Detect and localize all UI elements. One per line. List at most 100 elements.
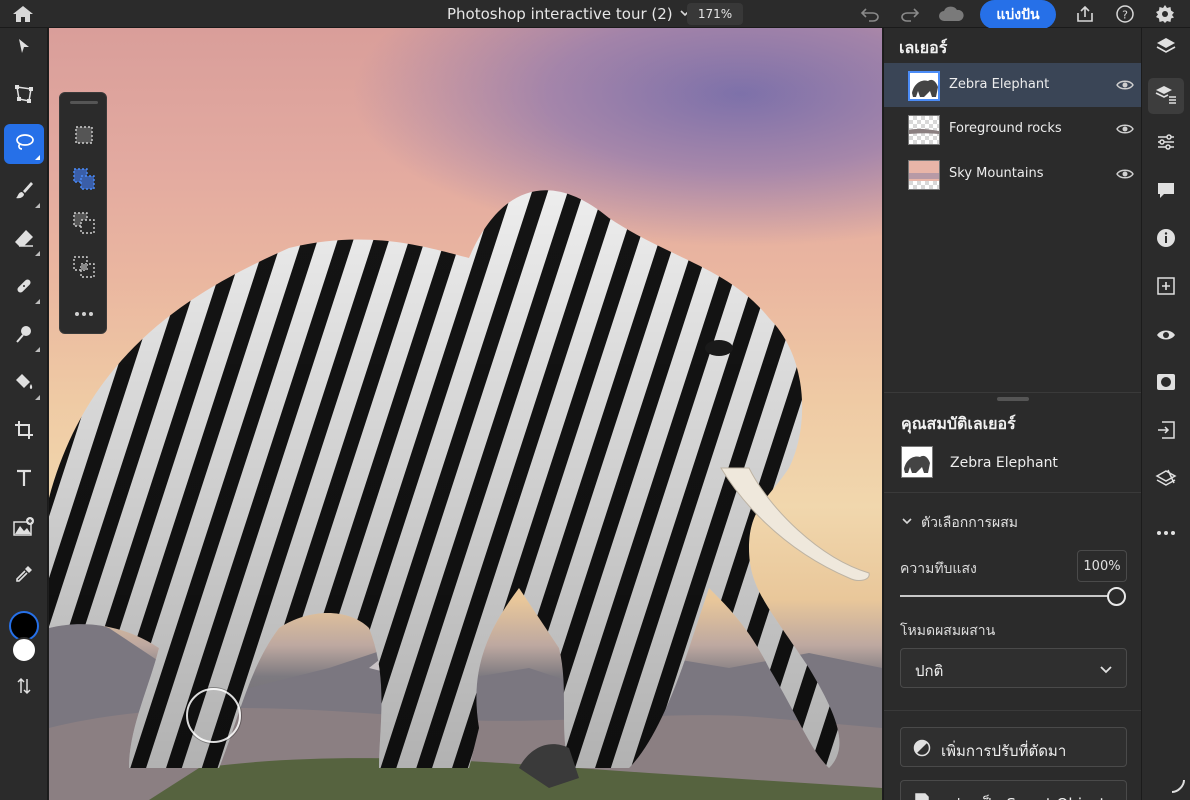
visibility-eye-icon[interactable]	[1116, 121, 1134, 135]
eraser-layer-icon	[1155, 468, 1177, 492]
divider	[884, 492, 1142, 493]
document-title-group[interactable]: Photoshop interactive tour (2)	[447, 4, 691, 23]
canvas[interactable]	[49, 28, 882, 800]
add-to-selection-button[interactable]	[72, 168, 96, 193]
bandage-icon	[14, 276, 34, 300]
mask-rail-button[interactable]	[1148, 366, 1184, 402]
more-options-button[interactable]	[72, 299, 96, 323]
adjustments-icon	[1156, 132, 1176, 156]
move-tool[interactable]	[4, 28, 44, 68]
visibility-eye-icon[interactable]	[1116, 166, 1134, 180]
crop-tool[interactable]	[4, 412, 44, 452]
info-rail-button[interactable]	[1148, 222, 1184, 258]
tool-group-indicator	[35, 203, 40, 208]
info-icon	[1156, 228, 1176, 252]
settings-icon[interactable]	[1154, 4, 1176, 24]
eraser-tool[interactable]	[4, 220, 44, 260]
tool-group-indicator	[35, 251, 40, 256]
adjustments-rail-button[interactable]	[1148, 126, 1184, 162]
redo-icon[interactable]	[899, 4, 921, 24]
blend-mode-select[interactable]: ปกติ	[900, 648, 1127, 688]
swap-colors[interactable]	[4, 668, 44, 708]
layer-thumbnail	[908, 160, 940, 190]
tool-group-indicator	[35, 155, 40, 160]
visibility-eye-icon[interactable]	[1116, 77, 1134, 91]
more-icon	[74, 302, 94, 321]
document-title[interactable]: Photoshop interactive tour (2)	[447, 5, 673, 23]
smart-object-icon	[913, 792, 931, 800]
paint-bucket-tool[interactable]	[4, 364, 44, 404]
blend-mode-value: ปกติ	[915, 662, 944, 680]
place-image-tool[interactable]	[4, 508, 44, 548]
eyedropper-icon	[14, 564, 34, 588]
tool-group-indicator	[35, 299, 40, 304]
share-button[interactable]: แบ่งปัน	[980, 0, 1056, 29]
comments-rail-button[interactable]	[1148, 174, 1184, 210]
zoom-level[interactable]: 171%	[687, 3, 743, 25]
brush-cursor	[186, 688, 241, 743]
export-icon[interactable]	[1074, 4, 1096, 24]
layer-properties-rail-button[interactable]	[1148, 78, 1184, 114]
help-icon[interactable]: ?	[1114, 4, 1136, 24]
comments-icon	[1156, 180, 1176, 204]
photoshop-app: Photoshop interactive tour (2) 171% แบ่ง…	[0, 0, 1190, 800]
home-icon[interactable]	[12, 5, 34, 23]
eyedropper-tool[interactable]	[4, 556, 44, 596]
layers-rail-button[interactable]	[1148, 30, 1184, 66]
tool-group-indicator	[35, 395, 40, 400]
layers-panel-title: เลเยอร์	[899, 38, 948, 57]
opacity-input[interactable]: 100%	[1077, 550, 1127, 582]
cloud-icon[interactable]	[937, 4, 965, 24]
blend-mode-label: โหมดผสมผสาน	[900, 623, 996, 639]
blend-options-toggle[interactable]: ตัวเลือกการผสม	[901, 512, 1018, 534]
healing-tool[interactable]	[4, 268, 44, 308]
visibility-rail-button[interactable]	[1148, 318, 1184, 354]
chevron-down-icon	[1098, 661, 1114, 677]
tool-group-indicator	[35, 347, 40, 352]
add-layer-rail-button[interactable]	[1148, 270, 1184, 306]
type-tool[interactable]	[4, 460, 44, 500]
brush-icon	[14, 180, 34, 204]
opacity-slider-track[interactable]	[900, 595, 1118, 597]
opacity-slider-knob[interactable]	[1107, 587, 1126, 606]
drag-handle[interactable]	[70, 101, 98, 104]
layer-row[interactable]: Sky Mountains	[884, 152, 1142, 196]
chevron-down-icon	[901, 515, 913, 531]
divider	[884, 710, 1142, 711]
layers-panel: เลเยอร์ Zebra Elephant Foreground rocks	[883, 28, 1142, 800]
layer-properties-icon	[1155, 84, 1177, 108]
dodge-icon	[14, 324, 34, 348]
undo-icon[interactable]	[859, 4, 881, 24]
transform-tool[interactable]	[4, 76, 44, 116]
resize-corner-icon[interactable]	[1170, 778, 1186, 794]
brush-tool[interactable]	[4, 172, 44, 212]
new-selection-button[interactable]	[72, 125, 96, 149]
layer-row[interactable]: Foreground rocks	[884, 107, 1142, 151]
subtract-from-selection-button[interactable]	[72, 212, 96, 237]
eraser-icon	[14, 228, 34, 252]
mask-icon	[1156, 372, 1176, 396]
import-rail-button[interactable]	[1148, 414, 1184, 450]
swap-icon	[15, 677, 33, 699]
convert-smart-object-label: แปลงเป็น Smart Object	[941, 792, 1105, 800]
layer-name: Zebra Elephant	[949, 77, 1050, 92]
layer-row[interactable]: Zebra Elephant	[884, 63, 1142, 107]
add-clipped-adjustment-label: เพิ่มการปรับที่ตัดมา	[941, 742, 1067, 760]
layer-name: Foreground rocks	[949, 121, 1062, 136]
dodge-tool[interactable]	[4, 316, 44, 356]
panel-resize-handle[interactable]	[997, 397, 1029, 401]
selection-options-bar	[59, 92, 107, 334]
adjustment-icon	[913, 739, 931, 757]
transform-icon	[14, 84, 34, 108]
lasso-tool[interactable]	[4, 124, 44, 164]
import-icon	[1156, 420, 1176, 444]
convert-smart-object-button[interactable]: แปลงเป็น Smart Object	[900, 780, 1127, 800]
eraser-layer-rail-button[interactable]	[1148, 462, 1184, 498]
intersect-selection-button[interactable]	[72, 256, 96, 281]
add-clipped-adjustment-button[interactable]: เพิ่มการปรับที่ตัดมา	[900, 727, 1127, 767]
more-rail-button[interactable]	[1148, 512, 1184, 548]
layer-thumbnail	[908, 115, 940, 145]
tools-panel	[0, 28, 48, 800]
background-color[interactable]	[11, 637, 37, 663]
divider	[884, 392, 1142, 393]
